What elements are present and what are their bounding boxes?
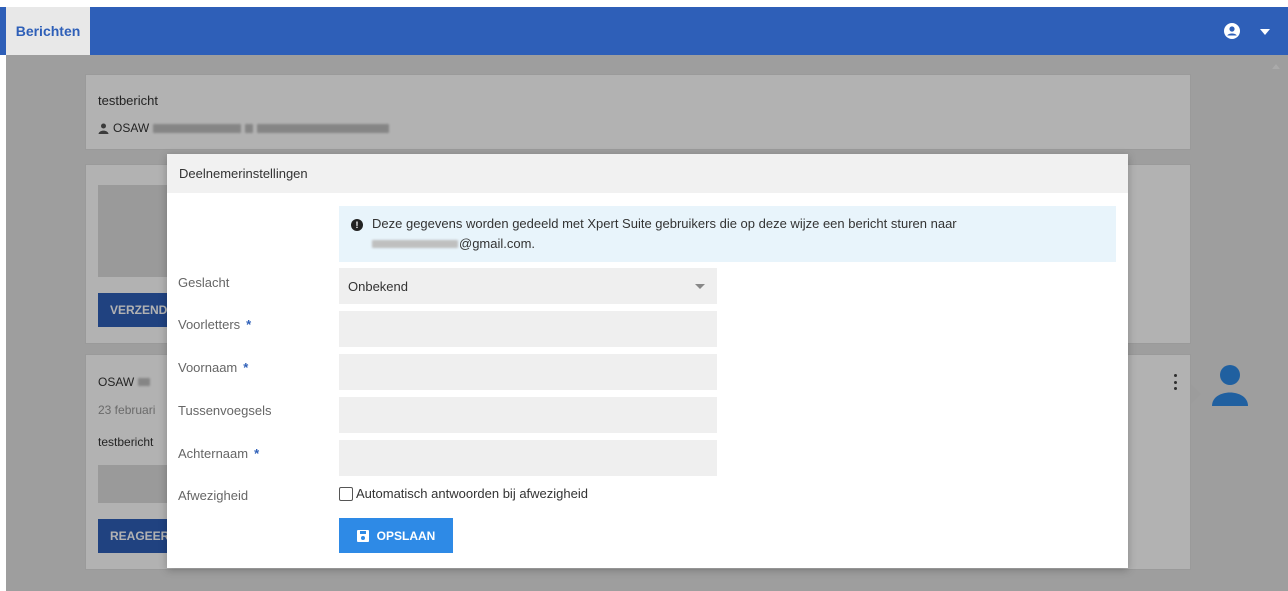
afwezigheid-label: Afwezigheid <box>178 488 249 503</box>
participant-settings-modal: Deelnemerinstellingen ! Deze gegevens wo… <box>167 154 1128 568</box>
achternaam-label: Achternaam * <box>178 446 260 461</box>
geslacht-select[interactable]: Onbekend <box>339 268 717 304</box>
user-circle-icon[interactable] <box>1224 23 1240 39</box>
info-email: @gmail.com. <box>372 236 535 251</box>
voorletters-label: Voorletters * <box>178 317 252 332</box>
info-text: Deze gegevens worden gedeeld met Xpert S… <box>372 216 957 231</box>
tab-berichten[interactable]: Berichten <box>6 7 90 55</box>
geslacht-label: Geslacht <box>178 275 230 290</box>
tussenvoegsels-label: Tussenvoegsels <box>178 403 272 418</box>
auto-reply-checkbox[interactable] <box>339 486 353 501</box>
auto-reply-option[interactable]: Automatisch antwoorden bij afwezigheid <box>339 486 588 501</box>
scroll-up-arrow-icon[interactable] <box>1272 64 1280 69</box>
modal-title: Deelnemerinstellingen <box>167 154 1128 193</box>
redacted-email-prefix <box>372 239 458 248</box>
top-navigation-bar: Berichten <box>0 7 1288 55</box>
voornaam-input[interactable] <box>339 354 717 390</box>
voorletters-input[interactable] <box>339 311 717 347</box>
info-alert: ! Deze gegevens worden gedeeld met Xpert… <box>339 206 1116 262</box>
floppy-disk-icon <box>356 529 369 542</box>
exclamation-circle-icon: ! <box>351 219 363 231</box>
voornaam-label: Voornaam * <box>178 360 249 375</box>
chevron-down-icon <box>695 284 705 289</box>
tussenvoegsels-input[interactable] <box>339 397 717 433</box>
achternaam-input[interactable] <box>339 440 717 476</box>
save-button[interactable]: OPSLAAN <box>339 518 453 553</box>
auto-reply-label[interactable]: Automatisch antwoorden bij afwezigheid <box>356 486 588 501</box>
account-dropdown-caret-icon[interactable] <box>1260 29 1270 35</box>
